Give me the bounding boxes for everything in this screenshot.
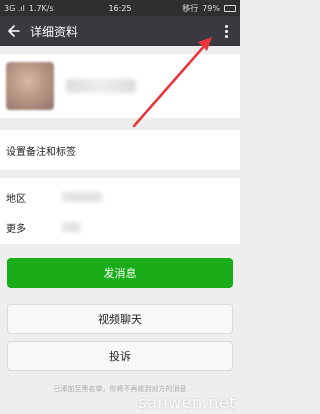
region-value-blurred — [62, 192, 102, 202]
status-left: 3G .ıl 1.7K/s — [4, 4, 54, 13]
back-arrow-icon — [8, 25, 20, 37]
send-message-button[interactable]: 发消息 — [7, 258, 233, 288]
page-title: 详细资料 — [30, 24, 79, 39]
more-value-blurred — [62, 222, 80, 232]
set-remark-label: 设置备注和标签 — [6, 146, 76, 158]
profile-card[interactable] — [0, 54, 240, 118]
carrier-label: 移行 — [182, 3, 199, 13]
back-button[interactable] — [0, 16, 28, 46]
region-label: 地区 — [6, 193, 26, 205]
set-remark-row[interactable]: 设置备注和标签 — [0, 130, 240, 170]
more-label: 更多 — [6, 223, 26, 235]
network-indicator: 3G .ıl — [4, 3, 25, 13]
battery-text: 79% — [202, 3, 220, 13]
video-chat-button[interactable]: 视频聊天 — [7, 304, 233, 334]
more-dot — [224, 29, 228, 33]
report-button[interactable]: 投诉 — [7, 341, 233, 371]
profile-name-blurred — [66, 79, 136, 93]
watermark: sanwen.net — [138, 393, 236, 412]
more-options-button[interactable] — [216, 16, 236, 46]
more-dot — [224, 34, 228, 38]
network-speed: 1.7K/s — [28, 3, 54, 13]
status-right: 移行 79% — [182, 3, 236, 14]
region-row: 地区 — [0, 180, 240, 214]
more-info-row[interactable]: 更多 — [0, 210, 240, 244]
more-vertical-icon — [224, 24, 228, 28]
app-bar: 详细资料 — [0, 16, 240, 46]
status-time: 16:25 — [108, 3, 132, 13]
avatar[interactable] — [6, 62, 54, 110]
battery-icon — [224, 4, 236, 12]
status-bar: 3G .ıl 1.7K/s 16:25 移行 79% — [0, 0, 240, 16]
section-divider — [0, 170, 240, 178]
